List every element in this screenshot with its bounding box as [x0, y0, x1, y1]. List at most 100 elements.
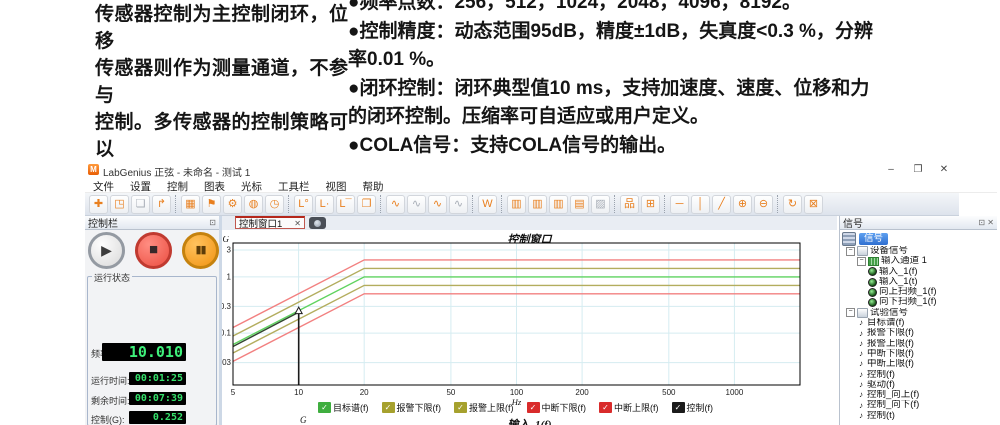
tree-item[interactable]: −设备信号: [842, 246, 995, 256]
cursor-slope-icon[interactable]: ╱: [712, 195, 731, 214]
schedule-icon[interactable]: ◷: [265, 195, 284, 214]
legend-checkbox[interactable]: ✓: [599, 402, 612, 413]
tree-item[interactable]: ♪控制_向上(f): [842, 390, 995, 400]
export-icon[interactable]: ↱: [152, 195, 171, 214]
open-icon[interactable]: ❏: [131, 195, 150, 214]
tree-item[interactable]: −试验信号: [842, 308, 995, 318]
test-signal-icon: ♪: [857, 350, 865, 358]
pause-button[interactable]: ▮▮: [182, 232, 219, 269]
tree-item[interactable]: −输入通道 1: [842, 256, 995, 266]
legend-checkbox[interactable]: ✓: [454, 402, 467, 413]
zoom-in-icon[interactable]: ⊕: [733, 195, 752, 214]
tree-item[interactable]: ♪报警下限(f): [842, 328, 995, 338]
tree-item[interactable]: ♪中断上限(f): [842, 359, 995, 369]
tree-item[interactable]: 输入_1(t): [842, 277, 995, 287]
legend-label: 控制(f): [687, 401, 714, 414]
legend-checkbox[interactable]: ✓: [382, 402, 395, 413]
legend-item: ✓中断上限(f): [599, 401, 659, 414]
spectrum-4-icon[interactable]: ▤: [570, 195, 589, 214]
chart-tab-strip: 控制窗口1 ✕: [222, 216, 837, 231]
wave-4-icon[interactable]: ∿: [449, 195, 468, 214]
level-high-icon[interactable]: L¯: [336, 195, 355, 214]
expand-collapse-icon[interactable]: −: [846, 247, 855, 256]
wave-1-icon[interactable]: ∿: [386, 195, 405, 214]
spectrum-1-icon[interactable]: ▥: [507, 195, 526, 214]
tree-item[interactable]: ♪控制(t): [842, 411, 995, 421]
word-report-icon[interactable]: W: [478, 195, 497, 214]
menu-item[interactable]: 图表: [196, 178, 233, 194]
calculator-icon[interactable]: ⊞: [641, 195, 660, 214]
signal-panel-title: 信号: [843, 215, 863, 230]
legend-checkbox[interactable]: ✓: [527, 402, 540, 413]
signal-tree: −设备信号−输入通道 1输入_1(f)输入_1(t)向上扫频_1(f)向下扫频_…: [842, 246, 995, 425]
expand-collapse-icon[interactable]: −: [857, 257, 866, 266]
tree-item[interactable]: ♪中断下限(f): [842, 349, 995, 359]
tree-item[interactable]: 向下扫频_1(f): [842, 297, 995, 307]
level-low-icon[interactable]: L°: [294, 195, 313, 214]
wave-3-icon[interactable]: ∿: [428, 195, 447, 214]
test-signal-icon: ♪: [857, 391, 865, 399]
save-icon[interactable]: ◳: [110, 195, 129, 214]
maximize-button[interactable]: ❐: [909, 163, 927, 176]
tab-close-icon[interactable]: ✕: [294, 219, 301, 228]
title-bar: M LabGenius 正弦 - 未命名 - 测试 1 – ❐ ✕: [85, 162, 997, 178]
wave-2-icon[interactable]: ∿: [407, 195, 426, 214]
tree-item-label: 中断上限(f): [867, 359, 914, 369]
tree-item[interactable]: ♪目标谱(f): [842, 318, 995, 328]
menu-item[interactable]: 帮助: [355, 178, 392, 194]
tab-control-window[interactable]: 控制窗口1 ✕: [235, 216, 305, 229]
menu-item[interactable]: 文件: [85, 178, 122, 194]
marker-icon[interactable]: ⚑: [202, 195, 221, 214]
tree-item[interactable]: 输入_1(f): [842, 267, 995, 277]
refresh-icon[interactable]: ↻: [783, 195, 802, 214]
copy-window-icon[interactable]: ❐: [357, 195, 376, 214]
tree-item[interactable]: ♪控制_向下(f): [842, 400, 995, 410]
pin-icon[interactable]: ⊡: [978, 218, 985, 227]
tree-item[interactable]: ♪控制(f): [842, 370, 995, 380]
signal-tab[interactable]: 信号: [859, 233, 888, 245]
expand-collapse-icon[interactable]: −: [846, 308, 855, 317]
tree-item-label: 中断下限(f): [867, 349, 914, 359]
menu-bar: 文件设置控制图表光标工具栏视图帮助: [85, 178, 997, 193]
test-signal-icon: ♪: [857, 402, 865, 410]
close-button[interactable]: ✕: [935, 163, 953, 176]
spectrum-3-icon[interactable]: ▥: [549, 195, 568, 214]
play-button[interactable]: ▶: [88, 232, 125, 269]
menu-item[interactable]: 光标: [233, 178, 270, 194]
tree-item[interactable]: 向上扫频_1(f): [842, 287, 995, 297]
tree-item[interactable]: ♪驱动(f): [842, 380, 995, 390]
snapshot-camera-icon[interactable]: [309, 217, 326, 229]
control-window-chart: 控制窗口 51020501002005001000310.30.10.03HzG…: [222, 230, 837, 425]
fit-view-icon[interactable]: ⊠: [804, 195, 823, 214]
cursor-horizontal-icon[interactable]: ─: [670, 195, 689, 214]
test-setup-icon[interactable]: ▦: [181, 195, 200, 214]
new-test-icon[interactable]: ✚: [89, 195, 108, 214]
tree-item-label: 报警下限(f): [867, 328, 914, 338]
level-mid-icon[interactable]: L·: [315, 195, 334, 214]
stop-button[interactable]: ■: [135, 232, 172, 269]
svg-text:100: 100: [510, 388, 524, 397]
field-value-display: 00:07:39: [129, 392, 186, 405]
menu-item[interactable]: 工具栏: [270, 178, 318, 194]
close-icon[interactable]: ✕: [987, 218, 994, 227]
spectrum-5-icon[interactable]: ▨: [591, 195, 610, 214]
cursor-vertical-icon[interactable]: │: [691, 195, 710, 214]
signal-panel-icons[interactable]: ⊡ ✕: [978, 218, 994, 227]
legend-checkbox[interactable]: ✓: [672, 402, 685, 413]
profile-icon[interactable]: ◍: [244, 195, 263, 214]
menu-item[interactable]: 视图: [318, 178, 355, 194]
tree-item[interactable]: ♪报警上限(f): [842, 339, 995, 349]
menu-item[interactable]: 控制: [159, 178, 196, 194]
legend-checkbox[interactable]: ✓: [318, 402, 331, 413]
tree-item-label: 输入_1(f): [879, 267, 918, 277]
menu-item[interactable]: 设置: [122, 178, 159, 194]
pin-icon[interactable]: ⊡: [209, 218, 216, 227]
dock-lock-icon[interactable]: [842, 232, 856, 246]
svg-text:50: 50: [446, 388, 455, 397]
zoom-out-icon[interactable]: ⊖: [754, 195, 773, 214]
settings-icon[interactable]: ⚙: [223, 195, 242, 214]
layout-icon[interactable]: 品: [620, 195, 639, 214]
minimize-button[interactable]: –: [882, 163, 900, 176]
svg-text:0.3: 0.3: [222, 302, 232, 311]
spectrum-2-icon[interactable]: ▥: [528, 195, 547, 214]
